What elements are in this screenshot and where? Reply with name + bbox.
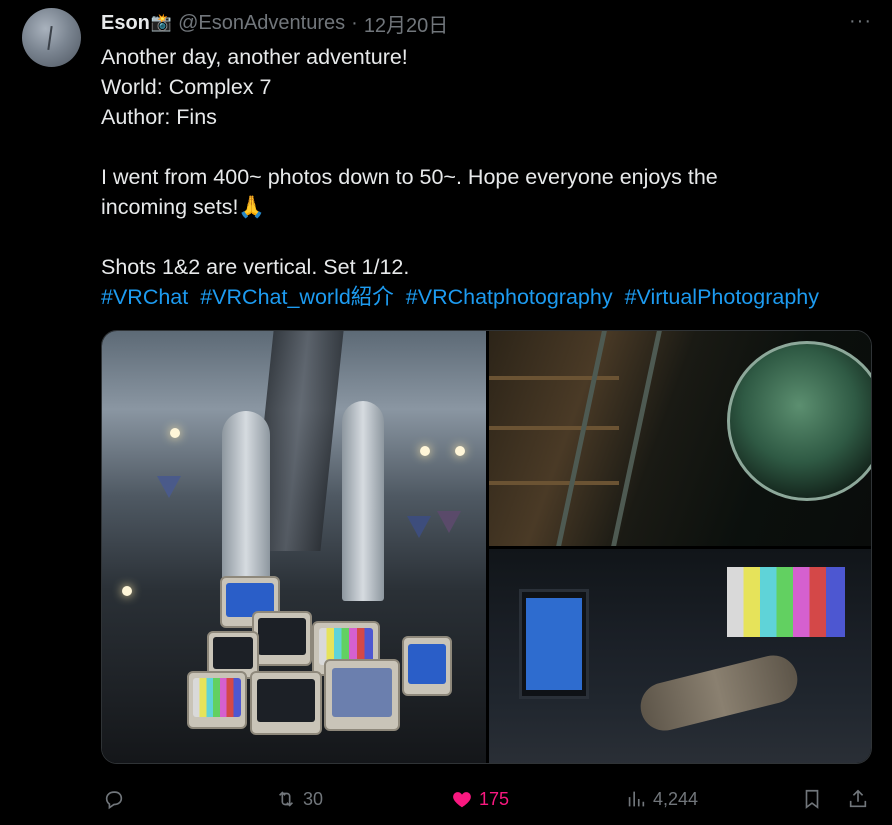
crt-tv: [252, 611, 312, 666]
ladder: [556, 331, 662, 546]
retweet-count: 30: [303, 788, 324, 809]
tweet-line: Author: Fins: [101, 105, 217, 129]
pennant: [157, 476, 181, 498]
retweet-button[interactable]: 30: [275, 784, 323, 814]
tweet-line: I went from 400~ photos down to 50~. Hop…: [101, 165, 718, 189]
tweet-line: [101, 132, 871, 162]
tweet-line: [101, 222, 871, 252]
views-count: 4,244: [653, 788, 699, 809]
author-handle[interactable]: @EsonAdventures: [178, 12, 345, 35]
pennant: [407, 516, 431, 538]
crt-tv: [250, 671, 322, 735]
hashtag-link[interactable]: #VRChat_world紹介: [200, 285, 394, 309]
views-icon: [628, 791, 645, 807]
tweet-text: Another day, another adventure! World: C…: [101, 42, 871, 312]
like-count: 175: [479, 788, 510, 809]
retweet-icon: [278, 791, 294, 807]
reply-icon: [105, 791, 123, 810]
tweet-line: Another day, another adventure!: [101, 45, 408, 69]
tweet-date[interactable]: 12月20日: [364, 9, 449, 38]
hashtag-link[interactable]: #VirtualPhotography: [625, 285, 819, 309]
camera-emoji: 📸: [150, 13, 173, 32]
tweet-line: incoming sets!🙏: [101, 195, 266, 219]
reply-button[interactable]: [103, 784, 125, 814]
pennant: [437, 511, 461, 533]
heart-icon: [453, 792, 471, 808]
share-button[interactable]: [847, 784, 869, 814]
share-icon: [849, 789, 867, 808]
photo-1[interactable]: [102, 331, 486, 763]
more-options-icon[interactable]: ···: [849, 10, 872, 33]
rocket: [342, 401, 384, 601]
tweet-line: World: Complex 7: [101, 75, 272, 99]
crt-tv: [402, 636, 452, 696]
separator-dot: ·: [351, 11, 358, 34]
light-bulb: [122, 586, 132, 596]
tweet-header: Eson 📸 @EsonAdventures · 12月20日 ···: [101, 9, 872, 38]
photo-2[interactable]: [489, 331, 871, 546]
globe: [727, 341, 871, 501]
light-bulb: [455, 446, 465, 456]
like-button[interactable]: 175: [451, 784, 509, 814]
hashtag-link[interactable]: #VRChatphotography: [406, 285, 613, 309]
tweet-line: Shots 1&2 are vertical. Set 1/12.: [101, 255, 410, 279]
hashtag-link[interactable]: #VRChat: [101, 285, 188, 309]
crt-tv: [187, 671, 247, 729]
retro-monitor: [519, 589, 589, 699]
photo-3[interactable]: [489, 549, 871, 763]
hashtag-row: #VRChat #VRChat_world紹介 #VRChatphotograp…: [101, 282, 871, 312]
action-bar: 30 175 4,244: [101, 784, 872, 814]
light-bulb: [170, 428, 180, 438]
author-name[interactable]: Eson: [101, 12, 150, 35]
bookmark-icon: [805, 789, 819, 809]
views-button[interactable]: 4,244: [625, 784, 698, 814]
light-bulb: [420, 446, 430, 456]
bookmark-button[interactable]: [801, 784, 823, 814]
rocket: [222, 411, 270, 591]
rolled-rug: [635, 650, 803, 736]
color-bars-screen: [727, 567, 845, 637]
avatar[interactable]: [22, 8, 81, 67]
media-grid: [101, 330, 872, 764]
crt-tv: [324, 659, 400, 731]
